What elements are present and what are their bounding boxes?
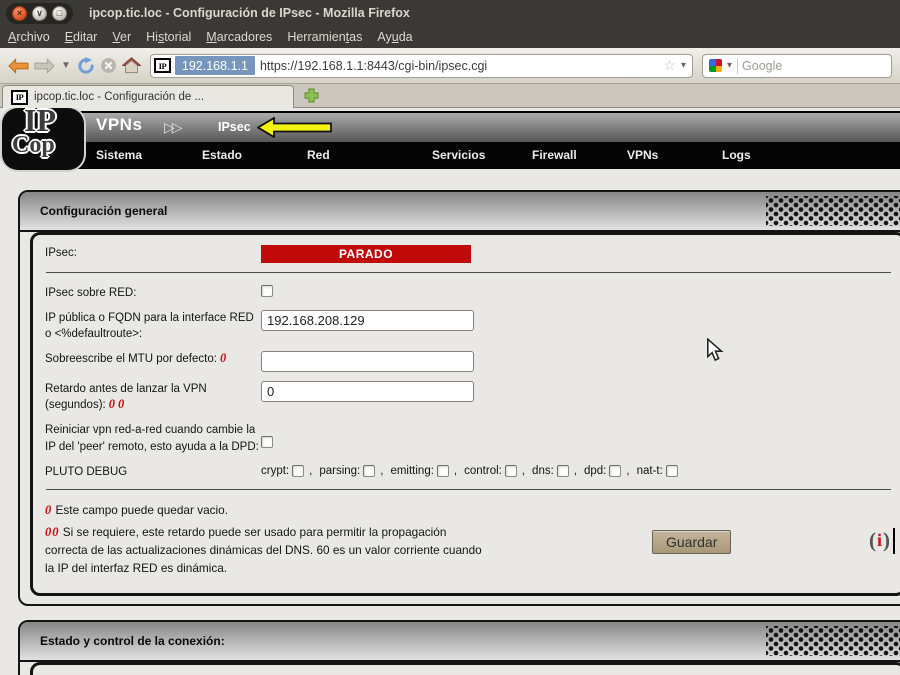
url-bar[interactable]: IP 192.168.1.1 https://192.168.1.1:8443/…: [150, 54, 693, 78]
pluto-dpd-checkbox[interactable]: [609, 465, 621, 477]
mtu-input[interactable]: [261, 351, 474, 372]
public-ip-input[interactable]: [261, 310, 474, 331]
nav-vpns[interactable]: VPNs: [627, 148, 658, 162]
nav-estado[interactable]: Estado: [202, 148, 242, 162]
minimize-button[interactable]: ∨: [32, 6, 47, 21]
breadcrumb-section: VPNs: [96, 115, 142, 135]
pluto-flags: crypt:, parsing:, emitting:, control:, d…: [261, 464, 678, 477]
status-badge: PARADO: [261, 245, 471, 263]
site-favicon: IP: [154, 58, 171, 73]
save-button[interactable]: Guardar: [652, 530, 731, 554]
pluto-dns-checkbox[interactable]: [557, 465, 569, 477]
url-text[interactable]: https://192.168.1.1:8443/cgi-bin/ipsec.c…: [260, 59, 663, 73]
menu-archivo[interactable]: Archivo: [8, 30, 50, 44]
form-box: IPsec: PARADO IPsec sobre RED: IP públic…: [30, 232, 900, 596]
ipsec-status-row: IPsec: PARADO: [45, 245, 900, 263]
public-ip-row: IP pública o FQDN para la interface RED …: [45, 310, 900, 342]
nav-servicios[interactable]: Servicios: [432, 148, 485, 162]
connection-status-panel: Estado y control de la conexión:: [18, 620, 900, 675]
page-content: VPNs ▷▷ IPsec Sistema Estado Red Servici…: [0, 108, 900, 675]
active-tab[interactable]: IP ipcop.tic.loc - Configuración de ...: [2, 85, 294, 108]
divider: [46, 489, 891, 490]
google-engine-icon: [709, 59, 722, 72]
main-nav: Sistema Estado Red Servicios Firewall VP…: [20, 142, 900, 169]
bookmark-star-icon[interactable]: ☆: [663, 57, 676, 74]
legend: 0 Este campo puede quedar vacio. 00 Si s…: [45, 502, 610, 578]
ipcop-logo[interactable]: IP Cop: [2, 108, 84, 170]
tab-bar: IP ipcop.tic.loc - Configuración de ...: [0, 84, 900, 108]
divider: [46, 272, 891, 273]
info-help-icon[interactable]: (i): [869, 528, 895, 554]
menu-bar: Archivo Editar Ver Historial Marcadores …: [0, 26, 900, 48]
nav-firewall[interactable]: Firewall: [532, 148, 577, 162]
delay-row: Retardo antes de lanzar la VPN (segundos…: [45, 381, 900, 413]
tab-favicon: IP: [11, 90, 28, 105]
menu-historial[interactable]: Historial: [146, 30, 191, 44]
reload-icon[interactable]: [77, 53, 95, 79]
menu-marcadores[interactable]: Marcadores: [206, 30, 272, 44]
dot-pattern-decoration: [766, 196, 900, 226]
required-marker-icon: 0: [52, 525, 58, 539]
required-marker-icon: 0: [118, 397, 124, 411]
ipsec-over-red-row: IPsec sobre RED:: [45, 285, 900, 301]
pluto-parsing-checkbox[interactable]: [363, 465, 375, 477]
nav-sistema[interactable]: Sistema: [96, 148, 142, 162]
home-icon[interactable]: [122, 53, 141, 79]
search-divider: [737, 58, 738, 74]
required-marker-icon: 0: [220, 351, 226, 365]
mouse-cursor: [706, 338, 724, 367]
maximize-button[interactable]: □: [52, 6, 67, 21]
connections-box: [30, 662, 900, 675]
delay-input[interactable]: [261, 381, 474, 402]
back-history-dropdown-icon[interactable]: ▼: [61, 60, 71, 71]
text-caret: [893, 528, 895, 554]
pluto-control-checkbox[interactable]: [505, 465, 517, 477]
restart-vpn-row: Reiniciar vpn red-a-red cuando cambie la…: [45, 422, 900, 454]
firefox-window: × ∨ □ ipcop.tic.loc - Configuración de I…: [0, 0, 900, 675]
menu-herramientas[interactable]: Herramientas: [287, 30, 362, 44]
required-marker-icon: 0: [109, 397, 115, 411]
pluto-debug-row: PLUTO DEBUG crypt:, parsing:, emitting:,…: [45, 464, 900, 480]
panel-header: Configuración general: [20, 192, 900, 232]
forward-icon[interactable]: [34, 53, 55, 79]
stop-icon[interactable]: [100, 53, 117, 79]
panel-title: Estado y control de la conexión:: [40, 634, 225, 648]
panel-header: Estado y control de la conexión:: [20, 622, 900, 662]
tab-title: ipcop.tic.loc - Configuración de ...: [34, 91, 204, 103]
ipsec-over-red-checkbox[interactable]: [261, 285, 273, 297]
required-marker-icon: 0: [45, 503, 51, 517]
required-marker-icon: 0: [45, 525, 51, 539]
search-box[interactable]: ▾: [702, 54, 892, 78]
close-button[interactable]: ×: [12, 6, 27, 21]
menu-ayuda[interactable]: Ayuda: [377, 30, 412, 44]
nav-logs[interactable]: Logs: [722, 148, 751, 162]
dot-pattern-decoration: [766, 626, 900, 656]
search-input[interactable]: [742, 59, 885, 73]
window-title: ipcop.tic.loc - Configuración de IPsec -…: [89, 6, 410, 20]
new-tab-button[interactable]: [304, 88, 319, 103]
window-titlebar: × ∨ □ ipcop.tic.loc - Configuración de I…: [0, 0, 900, 26]
ipcop-banner: VPNs ▷▷ IPsec Sistema Estado Red Servici…: [18, 111, 900, 169]
yellow-arrow-icon: [257, 117, 333, 143]
back-icon[interactable]: [8, 53, 29, 79]
navigation-toolbar: ▼ IP 192.168.1.1 https://192.168.1.1:844…: [0, 48, 900, 84]
engine-dropdown-icon[interactable]: ▾: [727, 60, 732, 71]
site-identity-chip[interactable]: 192.168.1.1: [175, 56, 255, 75]
window-controls: × ∨ □: [6, 3, 73, 24]
breadcrumb-page: IPsec: [218, 120, 251, 134]
pluto-emitting-checkbox[interactable]: [437, 465, 449, 477]
panel-title: Configuración general: [40, 204, 167, 218]
breadcrumb: VPNs ▷▷ IPsec: [20, 113, 900, 142]
legend-and-actions: 0 Este campo puede quedar vacio. 00 Si s…: [45, 502, 900, 578]
pluto-natt-checkbox[interactable]: [666, 465, 678, 477]
general-config-panel: Configuración general IPsec: PARADO IPse…: [18, 190, 900, 606]
breadcrumb-chevron-icon: ▷▷: [164, 119, 180, 136]
nav-red[interactable]: Red: [307, 148, 330, 162]
url-dropdown-icon[interactable]: ▾: [681, 60, 686, 71]
restart-vpn-checkbox[interactable]: [261, 436, 273, 448]
menu-editar[interactable]: Editar: [65, 30, 98, 44]
menu-ver[interactable]: Ver: [112, 30, 131, 44]
pluto-crypt-checkbox[interactable]: [292, 465, 304, 477]
mtu-row: Sobreescribe el MTU por defecto:0: [45, 351, 900, 372]
